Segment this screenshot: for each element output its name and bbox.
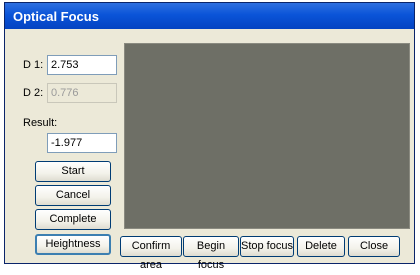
- close-button[interactable]: Close: [348, 236, 400, 257]
- window-title: Optical Focus: [13, 9, 99, 24]
- confirm-area-button[interactable]: Confirm area: [120, 236, 182, 271]
- heightness-button[interactable]: Heightness: [35, 234, 111, 255]
- title-bar[interactable]: Optical Focus: [5, 3, 414, 29]
- d2-label: D 2:: [23, 87, 44, 99]
- begin-focus-button[interactable]: Begin focus: [183, 236, 239, 271]
- complete-button[interactable]: Complete: [35, 209, 111, 230]
- result-label: Result:: [23, 117, 58, 129]
- cancel-button[interactable]: Cancel: [35, 185, 111, 206]
- delete-button[interactable]: Delete: [297, 236, 345, 257]
- d2-field: [47, 83, 117, 103]
- d1-label: D 1:: [23, 59, 44, 71]
- start-button[interactable]: Start: [35, 161, 111, 182]
- stop-focus-button[interactable]: Stop focus: [240, 236, 294, 257]
- focus-view-area[interactable]: [124, 43, 410, 229]
- result-field[interactable]: [47, 133, 117, 153]
- optical-focus-window: Optical Focus D 1: D 2: Result: Start Ca…: [4, 2, 415, 271]
- d1-field[interactable]: [47, 55, 117, 75]
